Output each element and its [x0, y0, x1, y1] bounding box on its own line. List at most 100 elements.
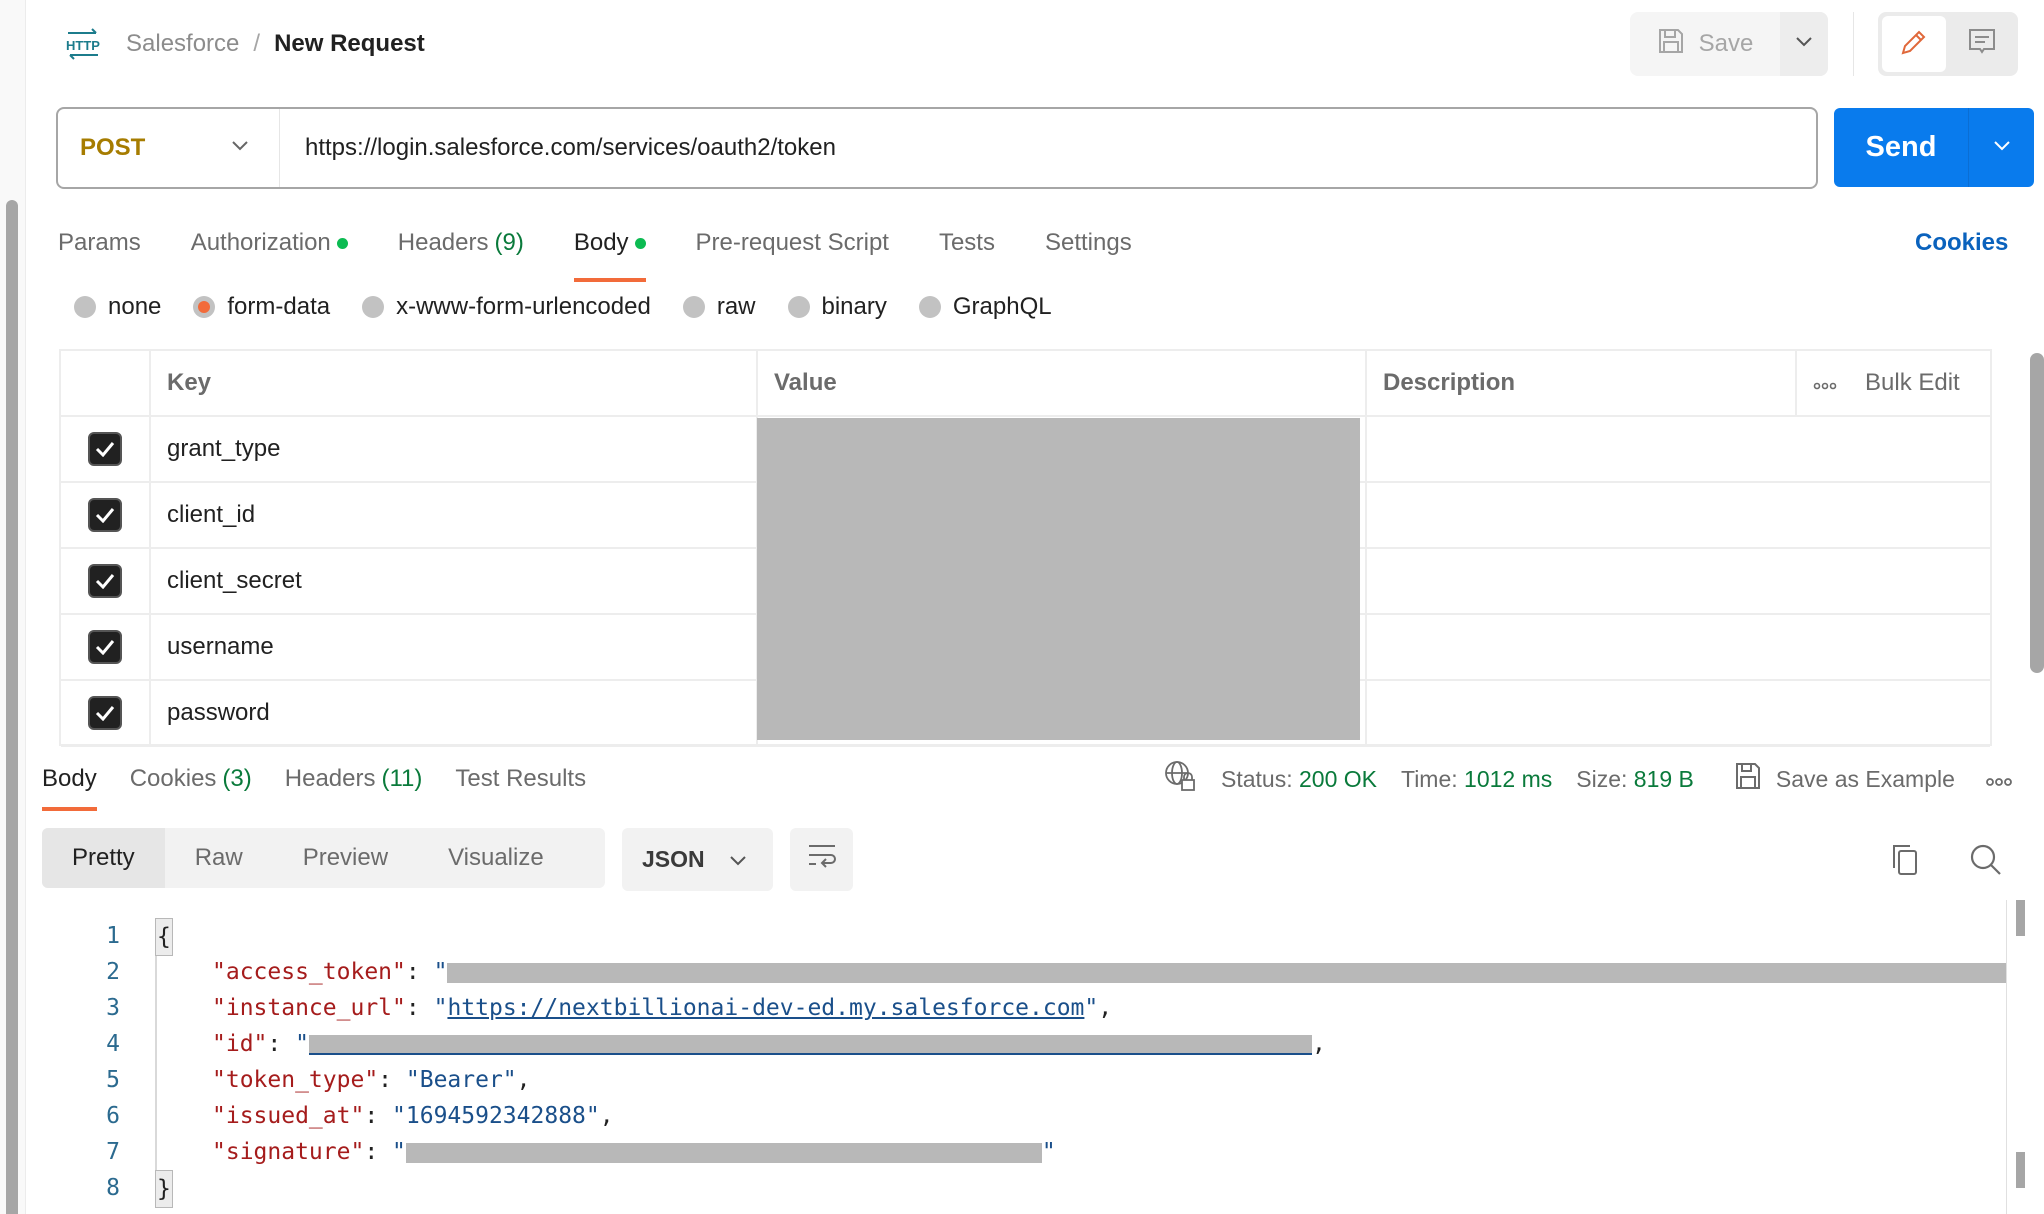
tab-headers[interactable]: Headers (9)	[398, 218, 524, 268]
radio-label: raw	[716, 293, 756, 320]
line-number: 6	[106, 1103, 120, 1129]
key-cell[interactable]: password	[151, 681, 758, 745]
code-scrollbar-top[interactable]	[2016, 900, 2025, 936]
table-actions: Bulk Edit	[1797, 351, 1990, 415]
description-cell[interactable]	[1367, 615, 1990, 679]
radio-button-selected[interactable]	[193, 296, 216, 318]
copy-response-button[interactable]	[1888, 842, 1924, 878]
more-options-icon[interactable]	[1985, 766, 2013, 793]
code-scroll-track	[2006, 900, 2007, 1214]
row-checkbox[interactable]	[88, 696, 122, 730]
view-preview[interactable]: Preview	[273, 828, 418, 888]
radio-button[interactable]	[918, 296, 941, 318]
request-tabs: Params Authorization Headers (9) Body Pre…	[58, 218, 1182, 282]
redacted-id-link[interactable]	[308, 1034, 1312, 1055]
url-input[interactable]	[280, 109, 1816, 187]
time-readout: Time: 1012 ms	[1401, 766, 1552, 793]
comments-mode-button[interactable]	[1950, 16, 2014, 72]
line-number: 4	[106, 1031, 120, 1057]
radio-button[interactable]	[787, 296, 810, 318]
time-value[interactable]: 1012 ms	[1464, 766, 1552, 792]
svg-text:HTTP: HTTP	[66, 38, 100, 53]
key-cell[interactable]: grant_type	[151, 417, 758, 481]
wrap-text-icon	[807, 843, 837, 876]
radio-graphql[interactable]: GraphQL	[918, 293, 1052, 321]
cookies-link[interactable]: Cookies	[1915, 218, 2008, 268]
response-tab-body[interactable]: Body	[42, 757, 97, 811]
response-tab-test-results[interactable]: Test Results	[455, 757, 586, 801]
radio-raw[interactable]: raw	[682, 293, 756, 321]
key-cell[interactable]: client_id	[151, 483, 758, 547]
edit-mode-button[interactable]	[1882, 16, 1946, 72]
save-button[interactable]: Save	[1630, 12, 1780, 76]
tab-label: Headers	[284, 765, 376, 792]
method-selector[interactable]: POST	[58, 109, 280, 187]
row-checkbox[interactable]	[88, 498, 122, 532]
key-cell[interactable]: username	[151, 615, 758, 679]
search-response-button[interactable]	[1968, 842, 2004, 878]
send-options-dropdown[interactable]	[1968, 108, 2034, 187]
description-cell[interactable]	[1367, 417, 1990, 481]
radio-button[interactable]	[74, 296, 96, 318]
radio-form-data[interactable]: form-data	[193, 293, 330, 321]
radio-button[interactable]	[682, 296, 705, 318]
status-value[interactable]: 200 OK	[1299, 766, 1377, 792]
view-pretty[interactable]: Pretty	[42, 828, 165, 888]
tab-body[interactable]: Body	[573, 218, 646, 282]
tab-tests[interactable]: Tests	[939, 218, 995, 268]
row-checkbox[interactable]	[88, 432, 122, 466]
tab-settings[interactable]: Settings	[1045, 218, 1132, 268]
more-options-icon[interactable]	[1813, 369, 1837, 397]
radio-x-www-form-urlencoded[interactable]: x-www-form-urlencoded	[362, 293, 651, 321]
description-cell[interactable]	[1367, 681, 1990, 745]
request-scrollbar[interactable]	[2030, 353, 2044, 673]
line-number: 2	[106, 959, 120, 985]
save-icon	[1657, 27, 1685, 62]
request-name[interactable]: New Request	[274, 30, 425, 58]
response-tab-headers[interactable]: Headers (11)	[285, 757, 423, 801]
tab-label: Test Results	[455, 765, 587, 792]
radio-button[interactable]	[362, 296, 385, 318]
view-raw[interactable]: Raw	[165, 828, 273, 888]
row-check-cell	[61, 549, 151, 613]
network-security-icon[interactable]	[1163, 759, 1197, 799]
save-as-example-button[interactable]: Save as Example	[1734, 761, 1955, 797]
row-checkbox[interactable]	[88, 564, 122, 598]
redacted-values-overlay	[757, 418, 1360, 740]
breadcrumb-separator: /	[253, 30, 261, 57]
send-button-group: Send	[1834, 108, 2034, 187]
response-tab-cookies[interactable]: Cookies (3)	[130, 757, 252, 801]
sidebar-scrollbar[interactable]	[6, 200, 18, 1214]
description-cell[interactable]	[1367, 549, 1990, 613]
search-icon	[1968, 844, 2004, 882]
format-dropdown[interactable]: JSON	[622, 828, 773, 891]
response-meta: Status: 200 OK Time: 1012 ms Size: 819 B…	[1163, 757, 2013, 801]
size-readout: Size: 819 B	[1576, 766, 1694, 793]
tab-params[interactable]: Params	[58, 218, 141, 268]
tab-label: Headers	[397, 229, 489, 256]
chevron-down-icon	[231, 139, 249, 157]
request-url-bar: POST	[56, 107, 1818, 189]
tab-authorization[interactable]: Authorization	[191, 218, 348, 268]
description-cell[interactable]	[1367, 483, 1990, 547]
size-value[interactable]: 819 B	[1634, 766, 1694, 792]
open-brace: {	[155, 918, 173, 956]
breadcrumb-collection[interactable]: Salesforce	[126, 30, 239, 58]
key-cell[interactable]: client_secret	[151, 549, 758, 613]
chevron-down-icon	[1993, 139, 2011, 157]
response-body-code[interactable]: 1 { 2 "access_token": " 3 "instance_url"…	[60, 900, 2008, 1214]
wrap-lines-button[interactable]	[790, 828, 853, 891]
instance-url-link[interactable]: https://nextbillionai-dev-ed.my.salesfor…	[447, 995, 1084, 1021]
bulk-edit-button[interactable]: Bulk Edit	[1865, 369, 1960, 397]
row-checkbox[interactable]	[88, 630, 122, 664]
radio-binary[interactable]: binary	[787, 293, 887, 321]
tab-count: (9)	[494, 229, 524, 256]
json-key: "id"	[212, 1031, 268, 1057]
radio-none[interactable]: none	[74, 293, 161, 321]
view-visualize[interactable]: Visualize	[418, 828, 574, 888]
send-button[interactable]: Send	[1834, 108, 1968, 187]
tab-pre-request-script[interactable]: Pre-request Script	[696, 218, 889, 268]
redacted-signature	[405, 1142, 1042, 1163]
code-scrollbar-bottom[interactable]	[2016, 1152, 2025, 1188]
save-options-dropdown[interactable]	[1780, 12, 1828, 76]
